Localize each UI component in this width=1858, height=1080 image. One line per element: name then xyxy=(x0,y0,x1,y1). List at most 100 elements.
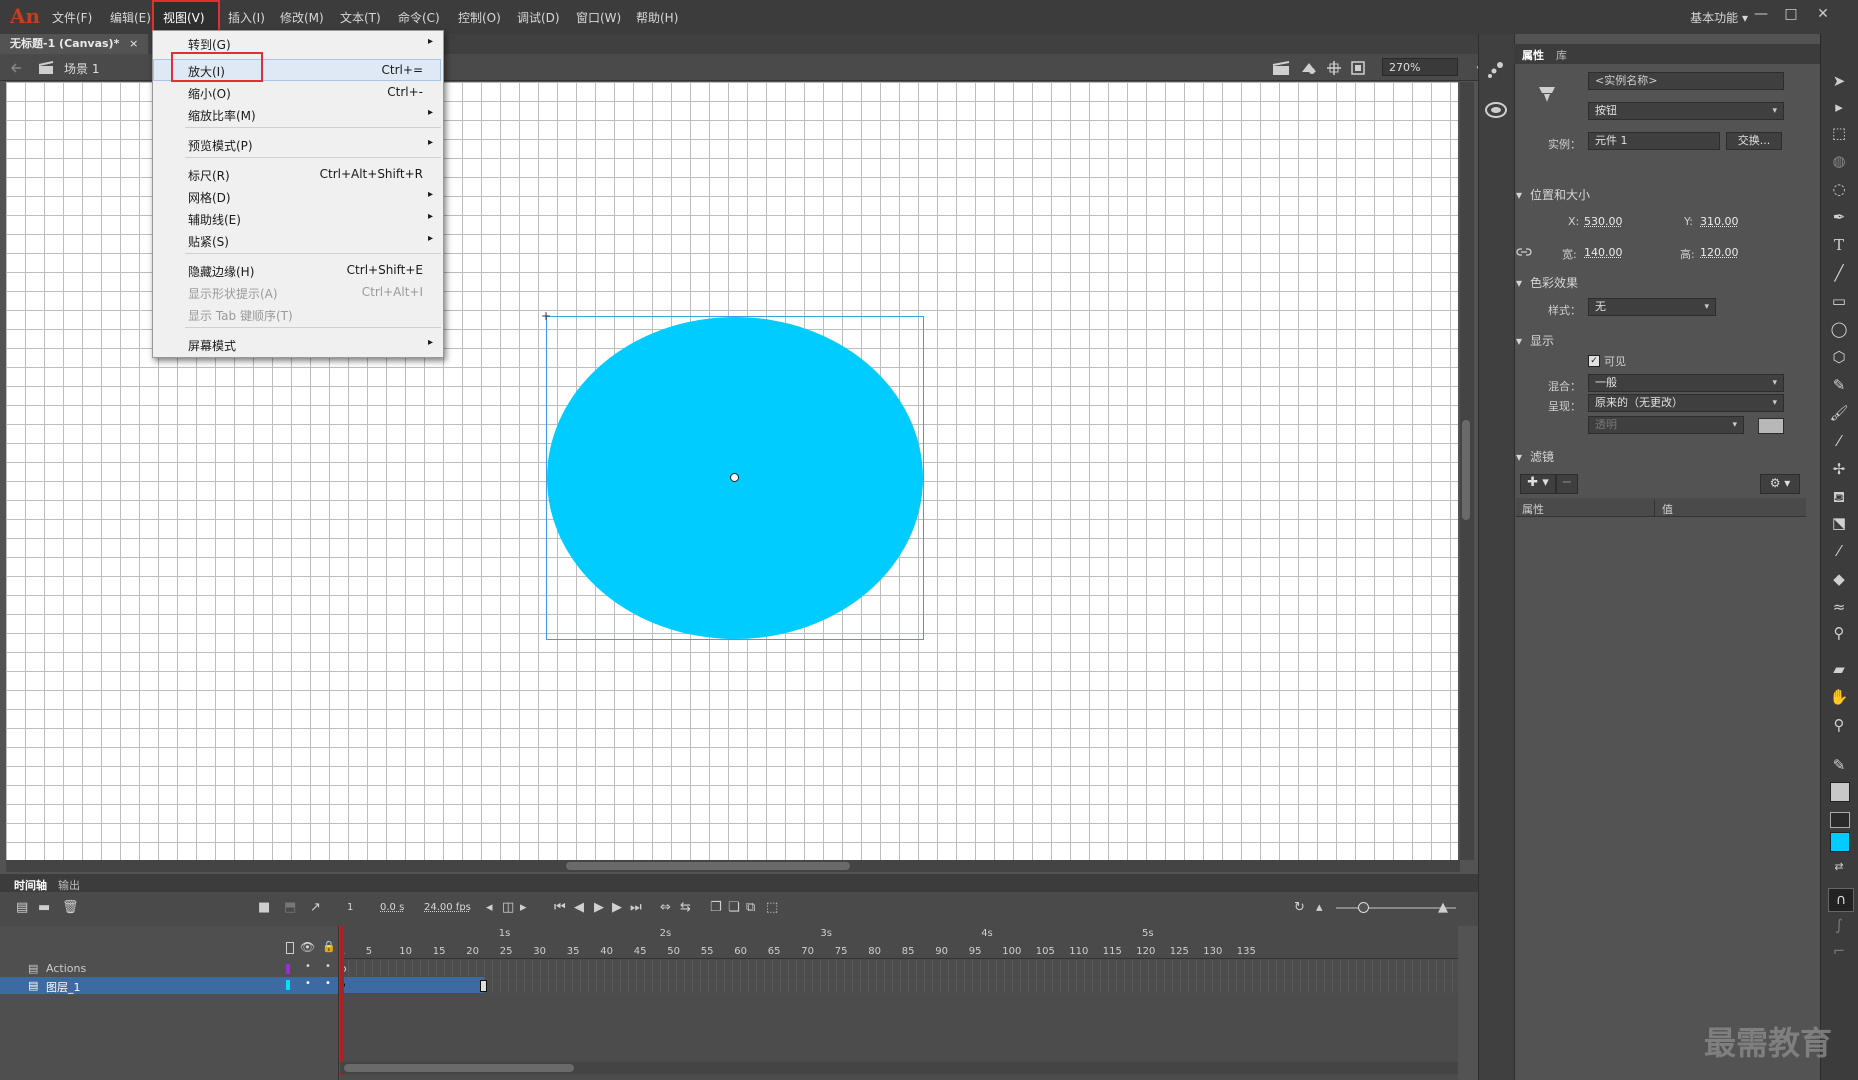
lock-icon[interactable]: 🔒 xyxy=(322,940,336,953)
eraser-tool-icon[interactable]: ◆ xyxy=(1826,568,1852,590)
onion-skin-icon[interactable]: ❐ xyxy=(710,900,722,915)
width-tool-icon[interactable]: ≈ xyxy=(1826,596,1852,618)
menu-control[interactable]: 控制(O) xyxy=(458,9,501,26)
menu-modify[interactable]: 修改(M) xyxy=(280,9,324,26)
tab-properties[interactable]: 属性 xyxy=(1522,47,1544,63)
tab-timeline[interactable]: 时间轴 xyxy=(14,877,47,893)
section-toggle-icon[interactable]: ▾ xyxy=(1516,276,1522,290)
straighten-icon[interactable]: ⌐ xyxy=(1826,940,1852,962)
menu-insert[interactable]: 插入(I) xyxy=(228,9,265,26)
section-toggle-icon[interactable]: ▾ xyxy=(1516,188,1522,202)
instance-name-input[interactable]: <实例名称> xyxy=(1588,72,1784,90)
rectangle-tool-icon[interactable]: ▭ xyxy=(1826,290,1852,312)
menu-text[interactable]: 文本(T) xyxy=(340,9,381,26)
go-to-first-icon[interactable]: ⏮ xyxy=(554,900,566,915)
snap-magnet-icon[interactable]: ∩ xyxy=(1828,888,1854,912)
oval-tool-icon[interactable]: ◯ xyxy=(1826,318,1852,340)
stroke-color-swatch[interactable] xyxy=(1830,782,1850,802)
close-button[interactable]: ✕ xyxy=(1810,4,1836,24)
tab-library[interactable]: 库 xyxy=(1556,47,1567,63)
layer-name[interactable]: 图层_1 xyxy=(46,979,81,995)
frames-layer1[interactable] xyxy=(340,977,1458,993)
play-icon[interactable]: ▶ xyxy=(594,900,604,915)
outline-all-icon[interactable] xyxy=(286,942,294,954)
visibility-dot[interactable]: • xyxy=(305,961,311,972)
graph-icon[interactable]: ↗ xyxy=(310,900,321,915)
center-stage-icon[interactable] xyxy=(1326,60,1342,76)
current-time[interactable]: 0.0 s xyxy=(380,902,404,913)
menu-commands[interactable]: 命令(C) xyxy=(398,9,440,26)
edit-multiple-icon[interactable]: ⧉ xyxy=(746,900,755,915)
visibility-dot[interactable]: • xyxy=(305,978,311,989)
y-value[interactable]: 310.00 xyxy=(1700,215,1739,228)
menu-item-screen-mode[interactable]: 屏幕模式 ▸ xyxy=(153,334,443,354)
width-value[interactable]: 140.00 xyxy=(1584,246,1623,259)
text-tool-icon[interactable]: T xyxy=(1826,234,1852,256)
edit-symbol-icon[interactable] xyxy=(1300,60,1318,76)
selection-tool-icon[interactable]: ➤ xyxy=(1826,70,1852,92)
3d-rotation-tool-icon[interactable]: ◍ xyxy=(1826,150,1852,172)
add-keyframe-icon[interactable]: ◫ xyxy=(502,900,514,915)
link-icon[interactable] xyxy=(1516,246,1532,258)
tab-output[interactable]: 输出 xyxy=(58,877,80,893)
lock-dot[interactable]: • xyxy=(325,961,331,972)
step-back-icon[interactable]: ◀ xyxy=(574,900,584,915)
registration-point[interactable] xyxy=(730,473,739,482)
polystar-tool-icon[interactable]: ⬡ xyxy=(1826,346,1852,368)
visible-checkbox[interactable]: ✓ xyxy=(1588,355,1600,367)
menu-item-magnification[interactable]: 缩放比率(M) ▸ xyxy=(153,104,443,124)
menu-item-goto[interactable]: 转到(G) ▸ xyxy=(153,33,443,53)
onion-outline-icon[interactable]: ❏ xyxy=(728,900,740,915)
menu-item-rulers[interactable]: 标尺(R) Ctrl+Alt+Shift+R xyxy=(153,164,443,184)
fill-color-swatch[interactable] xyxy=(1830,832,1850,852)
line-tool-icon[interactable]: ╱ xyxy=(1826,262,1852,284)
eyedropper-tool-icon[interactable]: ⁄ xyxy=(1826,540,1852,562)
timeline-scroll-thumb[interactable] xyxy=(344,1064,574,1072)
menu-item-guides[interactable]: 辅助线(E) ▸ xyxy=(153,208,443,228)
swap-button[interactable]: 交换... xyxy=(1726,132,1782,150)
stage-horizontal-scroll-thumb[interactable] xyxy=(566,862,850,870)
pen-tool-icon[interactable]: ✒ xyxy=(1826,206,1852,228)
menu-debug[interactable]: 调试(D) xyxy=(517,9,560,26)
remove-filter-button[interactable]: − xyxy=(1556,474,1578,494)
onion-markers-icon[interactable]: ⬚ xyxy=(766,900,778,915)
height-value[interactable]: 120.00 xyxy=(1700,246,1739,259)
brush-tool-icon[interactable]: ⁄ xyxy=(1826,430,1852,452)
stroke-color-icon[interactable]: ✎ xyxy=(1826,754,1852,776)
camera-layer-icon[interactable]: ■ xyxy=(258,900,270,915)
layer-color-marker[interactable] xyxy=(286,980,290,990)
x-value[interactable]: 530.00 xyxy=(1584,215,1623,228)
current-frame[interactable]: 1 xyxy=(347,902,353,913)
pin-tool-icon[interactable]: ⚲ xyxy=(1826,622,1852,644)
pencil-tool-icon[interactable]: ✎ xyxy=(1826,374,1852,396)
motion-presets-icon[interactable] xyxy=(1486,60,1506,80)
ink-bottle-tool-icon[interactable]: ⬔ xyxy=(1826,512,1852,534)
go-to-last-icon[interactable]: ⏭ xyxy=(630,900,642,915)
frames-actions[interactable] xyxy=(340,960,1458,976)
menu-window[interactable]: 窗口(W) xyxy=(576,9,621,26)
layer-name[interactable]: Actions xyxy=(46,962,86,975)
step-forward-icon[interactable]: ▶ xyxy=(612,900,622,915)
end-frame-marker[interactable] xyxy=(480,980,487,992)
layer-color-marker[interactable] xyxy=(286,964,290,974)
minimize-button[interactable]: — xyxy=(1748,4,1774,24)
document-tab[interactable]: 无标题-1 (Canvas)* × xyxy=(0,34,148,54)
fill-bucket-icon[interactable] xyxy=(1830,812,1850,828)
menu-help[interactable]: 帮助(H) xyxy=(636,9,678,26)
clip-stage-icon[interactable] xyxy=(1350,60,1366,76)
subselection-tool-icon[interactable]: ▸ xyxy=(1826,96,1852,118)
render-select[interactable]: 原来的（无更改） ▾ xyxy=(1588,394,1784,412)
menu-view[interactable]: 视图(V) xyxy=(163,9,205,26)
zoom-out-frames-icon[interactable]: ▴ xyxy=(1316,900,1323,915)
prev-keyframe-icon[interactable]: ◂ xyxy=(486,900,493,915)
next-keyframe-icon[interactable]: ▸ xyxy=(520,900,527,915)
camera-tool-icon[interactable]: ▰ xyxy=(1826,658,1852,680)
paint-brush-tool-icon[interactable]: 🖌 xyxy=(1826,402,1852,424)
lock-dot[interactable]: • xyxy=(325,978,331,989)
playhead[interactable] xyxy=(340,926,344,1076)
zoom-select[interactable]: 270%▾ xyxy=(1382,58,1458,76)
center-frame-icon[interactable]: ⇆ xyxy=(680,900,691,915)
menu-item-snapping[interactable]: 贴紧(S) ▸ xyxy=(153,230,443,250)
frame-zoom-slider-thumb[interactable] xyxy=(1358,902,1369,913)
frame-span-layer1[interactable] xyxy=(340,977,484,993)
